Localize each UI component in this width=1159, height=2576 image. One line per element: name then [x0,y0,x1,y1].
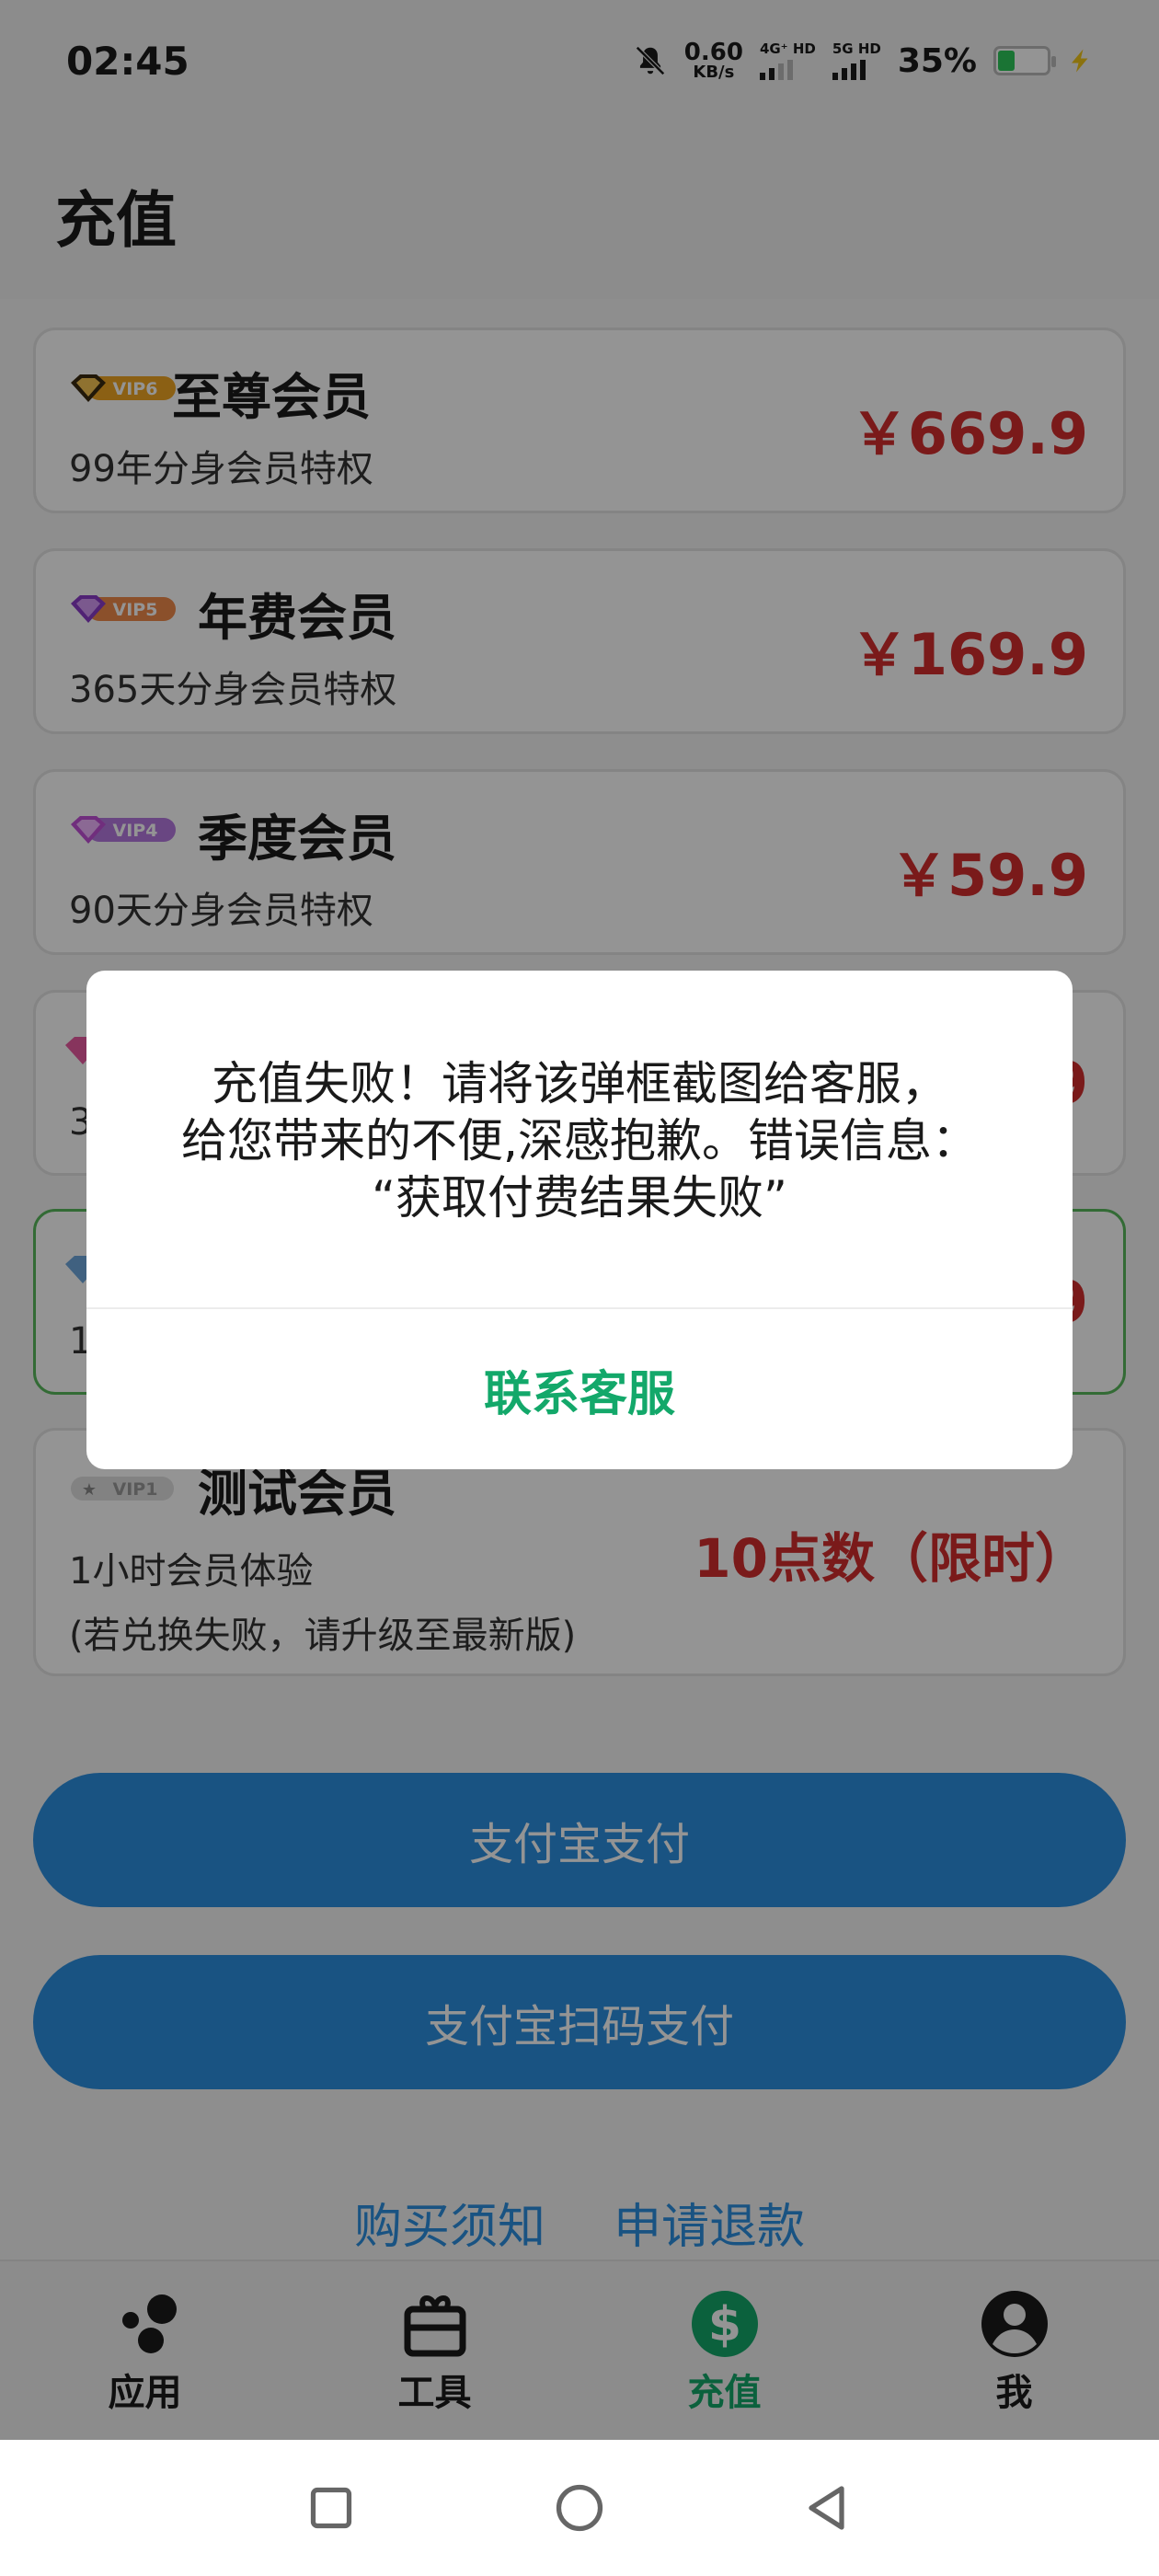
screen: 02:45 0.60 KB/s 4G⁺ HD 5G HD 35% 充值 VIP6… [0,0,1159,2440]
home-circle-icon[interactable] [552,2480,607,2536]
recents-square-icon[interactable] [304,2480,359,2536]
back-triangle-icon[interactable] [800,2480,855,2536]
dialog-line-2: 给您带来的不便,深感抱歉。错误信息： [181,1114,978,1167]
contact-support-button[interactable]: 联系客服 [86,1309,1073,1469]
dialog-line-3: “获取付费结果失败” [372,1171,787,1225]
dialog-message: 充值失败！请将该弹框截图给客服， 给您带来的不便,深感抱歉。错误信息： “获取付… [123,1055,1036,1226]
dialog-line-1: 充值失败！请将该弹框截图给客服， [212,1057,947,1110]
system-nav-bar [0,2440,1159,2576]
error-dialog: 充值失败！请将该弹框截图给客服， 给您带来的不便,深感抱歉。错误信息： “获取付… [86,971,1073,1469]
